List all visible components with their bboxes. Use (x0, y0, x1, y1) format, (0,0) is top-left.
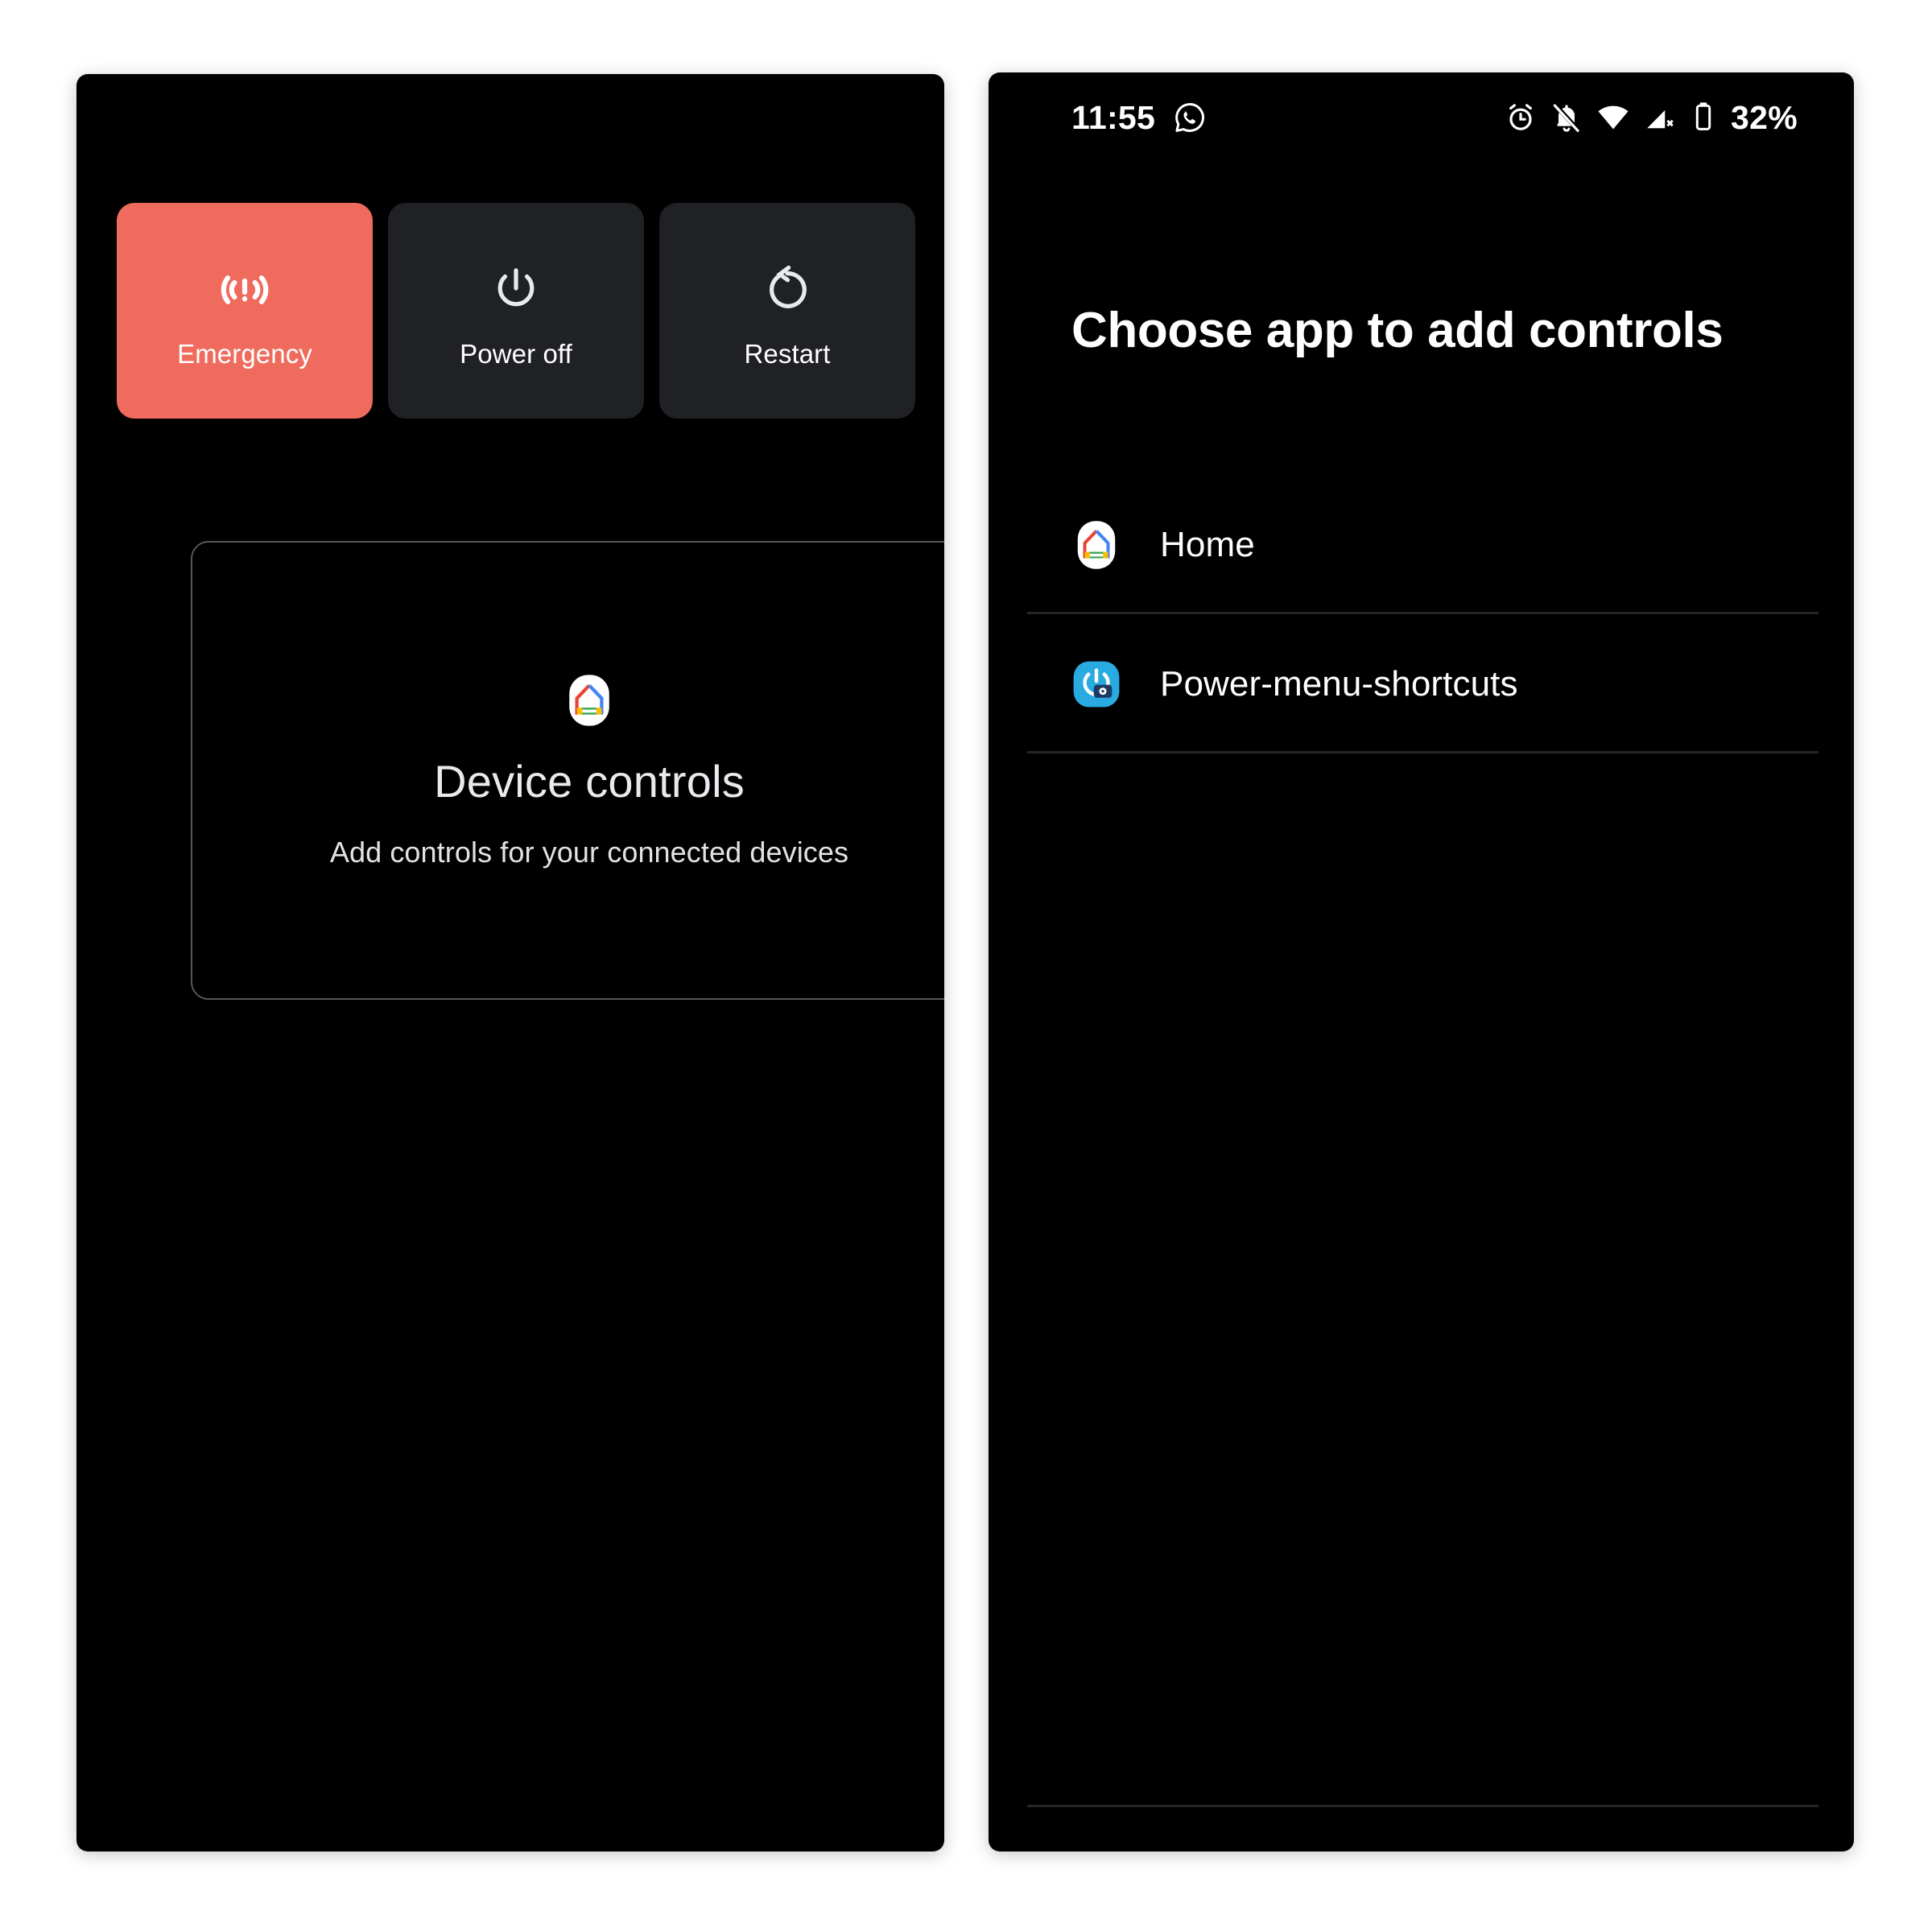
power-off-label: Power off (460, 338, 572, 369)
emergency-label: Emergency (177, 338, 312, 369)
status-bar: 11:55 32% (989, 72, 1854, 163)
alarm-clock-icon (1505, 101, 1537, 134)
device-controls-subtitle: Add controls for your connected devices (329, 836, 849, 869)
whatsapp-icon (1173, 101, 1207, 134)
google-home-app-icon (1071, 520, 1121, 570)
battery-icon (1691, 101, 1715, 134)
status-bar-clock: 11:55 (1071, 98, 1156, 136)
restart-label: Restart (744, 338, 831, 369)
battery-percent-label: 32% (1731, 98, 1798, 136)
restart-button[interactable]: Restart (659, 203, 915, 419)
wifi-icon (1596, 101, 1630, 134)
restart-icon (761, 260, 814, 320)
app-label: Power-menu-shortcuts (1160, 663, 1518, 704)
quick-actions-row: Emergency Power off Restart (117, 203, 915, 419)
list-item-home[interactable]: Home (989, 475, 1854, 614)
device-controls-card[interactable]: Device controls Add controls for your co… (191, 541, 944, 1000)
emergency-button[interactable]: Emergency (117, 203, 373, 419)
power-icon (489, 260, 543, 320)
notifications-off-icon (1550, 101, 1583, 134)
list-item-power-menu-shortcuts[interactable]: Power-menu-shortcuts (989, 614, 1854, 753)
google-home-app-icon (563, 674, 616, 727)
status-bar-right: 32% (1505, 101, 1798, 134)
emergency-broadcast-icon (215, 260, 275, 320)
mobile-signal-off-icon (1644, 101, 1678, 134)
page-title: Choose app to add controls (1071, 303, 1724, 358)
device-controls-title: Device controls (434, 756, 745, 807)
app-label: Home (1160, 524, 1255, 564)
status-bar-left: 11:55 (1071, 101, 1207, 134)
power-menu-shortcuts-app-icon (1071, 659, 1121, 709)
list-divider (1027, 751, 1818, 753)
footer-divider (1027, 1805, 1818, 1807)
power-menu-panel: Emergency Power off Restart Device contr… (76, 74, 944, 1852)
app-list: Home Power-menu-shortcuts (989, 475, 1854, 753)
choose-app-panel: 11:55 32% Choose app to add controls Hom… (989, 72, 1854, 1852)
power-off-button[interactable]: Power off (388, 203, 644, 419)
